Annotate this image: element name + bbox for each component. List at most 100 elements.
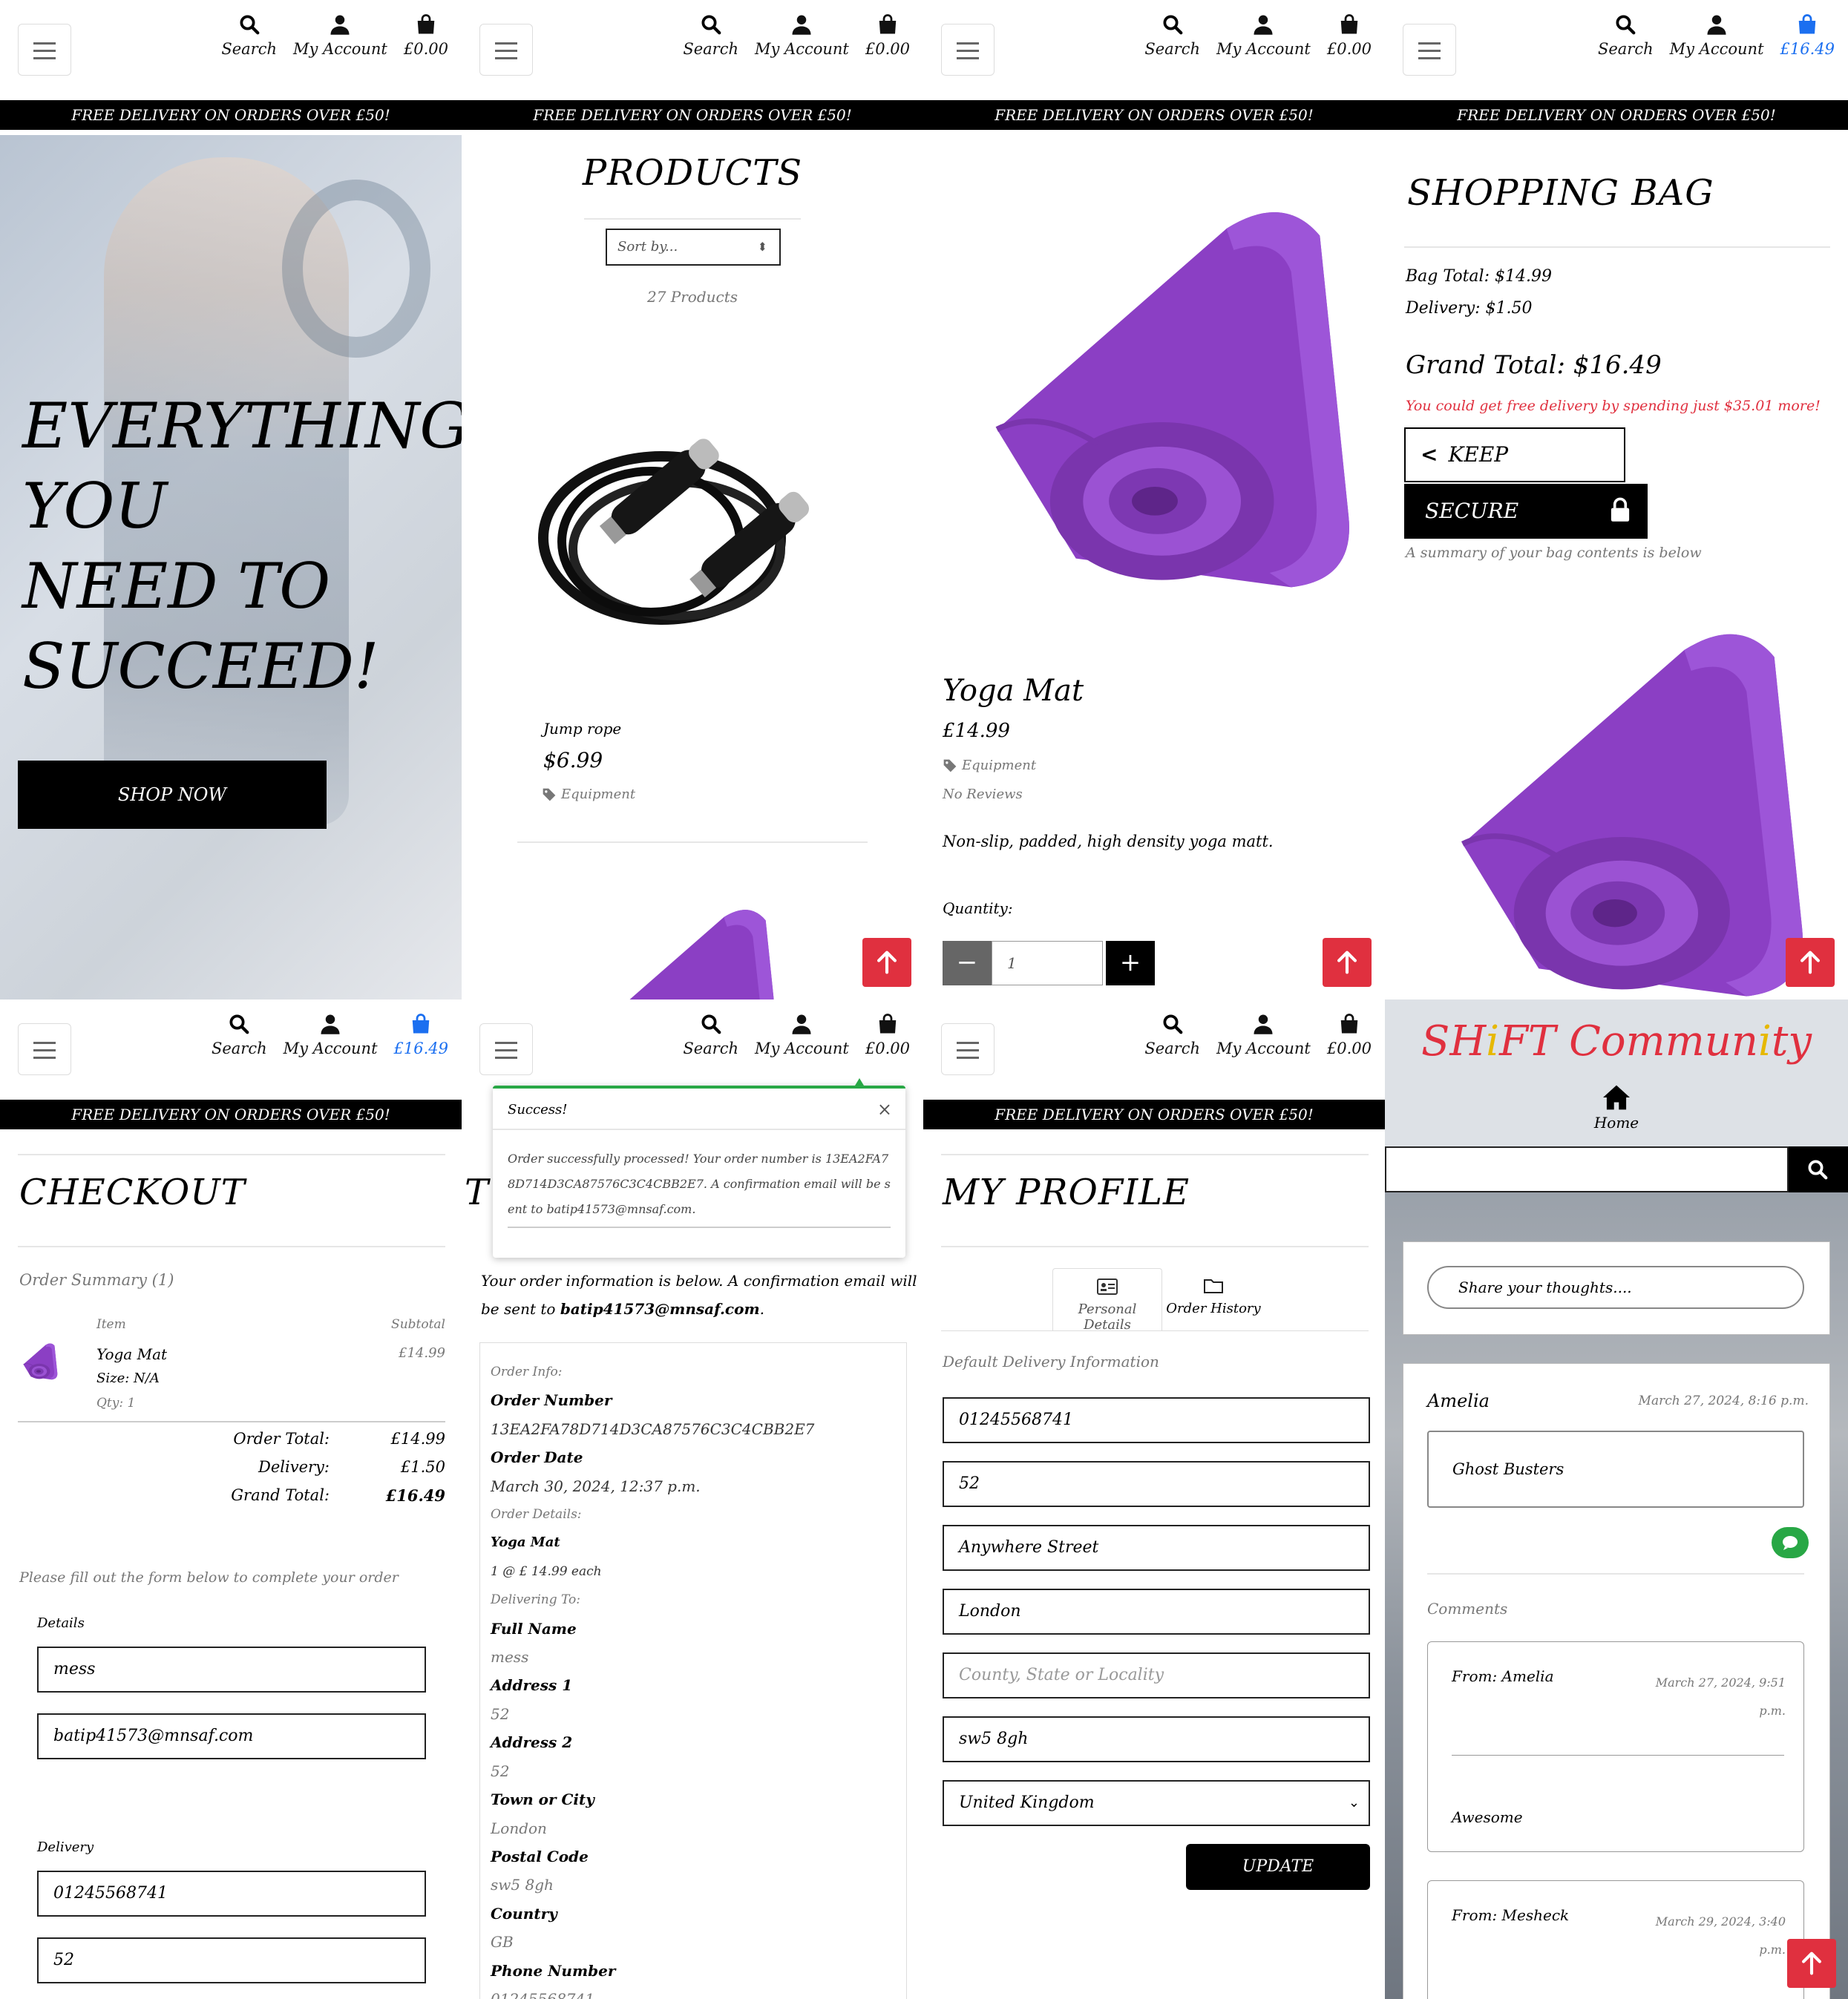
back-to-top-button[interactable]: [1787, 1939, 1836, 1988]
toast-close-button[interactable]: ×: [877, 1099, 892, 1120]
comment-icon: [1783, 1536, 1798, 1550]
order-total-label: Order Total:: [233, 1430, 330, 1448]
divider: [517, 841, 868, 843]
nav-account[interactable]: My Account: [755, 1013, 849, 1057]
order-number-label: Order Number: [491, 1391, 612, 1410]
order-info-list: Order Info: Order Number 13EA2FA78D714D3…: [491, 1358, 814, 1999]
order-number: 13EA2FA78D714D3CA87576C3C4CBB2E7: [491, 1419, 815, 1438]
page-title-peek: T: [465, 1172, 490, 1213]
section-heading: Default Delivery Information: [943, 1353, 1159, 1371]
nav-search[interactable]: Search: [221, 13, 277, 58]
nav-bag[interactable]: £0.00: [865, 13, 910, 58]
back-to-top-button[interactable]: [1323, 938, 1372, 987]
comment-body: Awesome: [1452, 1808, 1523, 1826]
nav-account[interactable]: My Account: [293, 13, 387, 58]
nav-bag[interactable]: £0.00: [404, 13, 448, 58]
address-field[interactable]: 52: [37, 1937, 426, 1983]
divider: [941, 1246, 1369, 1247]
free-delivery-note: You could get free delivery by spending …: [1406, 398, 1821, 414]
full-name: mess: [491, 1648, 529, 1667]
comments-heading: Comments: [1427, 1600, 1508, 1618]
nav-account[interactable]: My Account: [1216, 13, 1311, 58]
nav-search[interactable]: Search: [1598, 13, 1654, 58]
tag-icon: [542, 787, 557, 802]
sort-select[interactable]: Sort by... ⬍: [606, 229, 781, 266]
county-field[interactable]: County, State or Locality: [943, 1652, 1370, 1698]
hero-barbell: [282, 180, 430, 358]
nav-search[interactable]: Search: [1144, 13, 1200, 58]
folder-icon: [1204, 1279, 1223, 1293]
product-category[interactable]: Equipment: [962, 758, 1036, 773]
comment-button[interactable]: [1772, 1527, 1809, 1558]
home-icon: [1603, 1085, 1630, 1110]
address1-label: Address 1: [491, 1676, 573, 1695]
share-input[interactable]: Share your thoughts....: [1427, 1266, 1804, 1309]
menu-toggle-button[interactable]: [479, 1023, 533, 1075]
home-nav[interactable]: Home: [1385, 1084, 1848, 1132]
jump-rope-image[interactable]: [491, 375, 892, 672]
tab-personal-details[interactable]: Personal Details: [1052, 1268, 1162, 1333]
nav-search[interactable]: Search: [1144, 1013, 1200, 1057]
user-icon: [319, 1013, 341, 1035]
email-field[interactable]: batip41573@mnsaf.com: [37, 1713, 426, 1759]
shop-now-button[interactable]: SHOP NOW: [18, 761, 327, 829]
phone-field[interactable]: 01245568741: [37, 1871, 426, 1917]
nav-bag[interactable]: £0.00: [1327, 13, 1372, 58]
search-bar[interactable]: [1385, 1146, 1789, 1192]
nav-bag[interactable]: £0.00: [865, 1013, 910, 1057]
nav-search[interactable]: Search: [683, 1013, 738, 1057]
town-field[interactable]: London: [943, 1589, 1370, 1635]
menu-toggle-button[interactable]: [479, 24, 533, 76]
delivery-total: £1.50: [400, 1458, 445, 1476]
nav-account[interactable]: My Account: [1216, 1013, 1311, 1057]
panel-shopping-bag: Search My Account £16.49 FREE DELIVERY O…: [1385, 0, 1848, 1000]
search-icon: [700, 1013, 722, 1035]
order-summary-heading: Order Summary (1): [19, 1271, 174, 1289]
nav-bag[interactable]: £0.00: [1327, 1013, 1372, 1057]
search-icon: [1614, 13, 1636, 36]
product-category[interactable]: Equipment: [561, 787, 635, 802]
country: GB: [491, 1933, 514, 1952]
header: Search My Account £0.00: [923, 0, 1385, 100]
secure-checkout-button[interactable]: SECURE CHECKOUT: [1404, 484, 1648, 578]
divider: [584, 218, 801, 220]
promo-banner: FREE DELIVERY ON ORDERS OVER £50!: [923, 100, 1385, 130]
hero-headline: EVERYTHING YOU NEED TO SUCCEED!: [22, 390, 462, 703]
toast-title: Success!: [508, 1102, 568, 1117]
menu-toggle-button[interactable]: [941, 24, 995, 76]
detail-price: 1 @ £ 14.99 each: [491, 1563, 602, 1579]
nav-account[interactable]: My Account: [1670, 13, 1764, 58]
nav-bag[interactable]: £16.49: [1780, 13, 1835, 58]
divider: [1404, 246, 1830, 248]
nav-search[interactable]: Search: [683, 13, 738, 58]
quantity-input[interactable]: 1: [992, 941, 1103, 985]
postcode-field[interactable]: sw5 8gh: [943, 1716, 1370, 1762]
address1-field[interactable]: 52: [943, 1461, 1370, 1507]
quantity-increment-button[interactable]: +: [1106, 941, 1155, 985]
full-name-field[interactable]: mess: [37, 1647, 426, 1693]
divider: [1427, 1573, 1804, 1575]
menu-toggle-button[interactable]: [1403, 24, 1456, 76]
nav-search[interactable]: Search: [212, 1013, 267, 1057]
nav-bag[interactable]: £16.49: [394, 1013, 448, 1057]
back-to-top-button[interactable]: [1786, 938, 1835, 987]
quantity-decrement-button[interactable]: −: [943, 941, 992, 985]
search-button[interactable]: [1789, 1146, 1848, 1192]
delivery-label: Delivery:: [258, 1458, 330, 1476]
tab-order-history[interactable]: Order History: [1165, 1268, 1262, 1330]
order-intro: Your order information is below. A confi…: [481, 1272, 917, 1318]
menu-toggle-button[interactable]: [18, 24, 71, 76]
phone-field[interactable]: 01245568741: [943, 1397, 1370, 1443]
user-icon: [1252, 1013, 1274, 1035]
back-to-top-button[interactable]: [862, 938, 911, 987]
menu-toggle-button[interactable]: [941, 1023, 995, 1075]
nav-account[interactable]: My Account: [284, 1013, 378, 1057]
country-select[interactable]: United Kingdom ⌄: [943, 1780, 1370, 1826]
header: Search My Account £0.00: [0, 0, 462, 100]
keep-shopping-button[interactable]: <KEEP SHOPPING: [1404, 427, 1625, 519]
update-information-button[interactable]: UPDATE INFORMATION: [1186, 1844, 1370, 1922]
address2-field[interactable]: Anywhere Street: [943, 1525, 1370, 1571]
nav-account[interactable]: My Account: [755, 13, 849, 58]
menu-toggle-button[interactable]: [18, 1023, 71, 1075]
product-name[interactable]: Jump rope: [543, 720, 621, 738]
